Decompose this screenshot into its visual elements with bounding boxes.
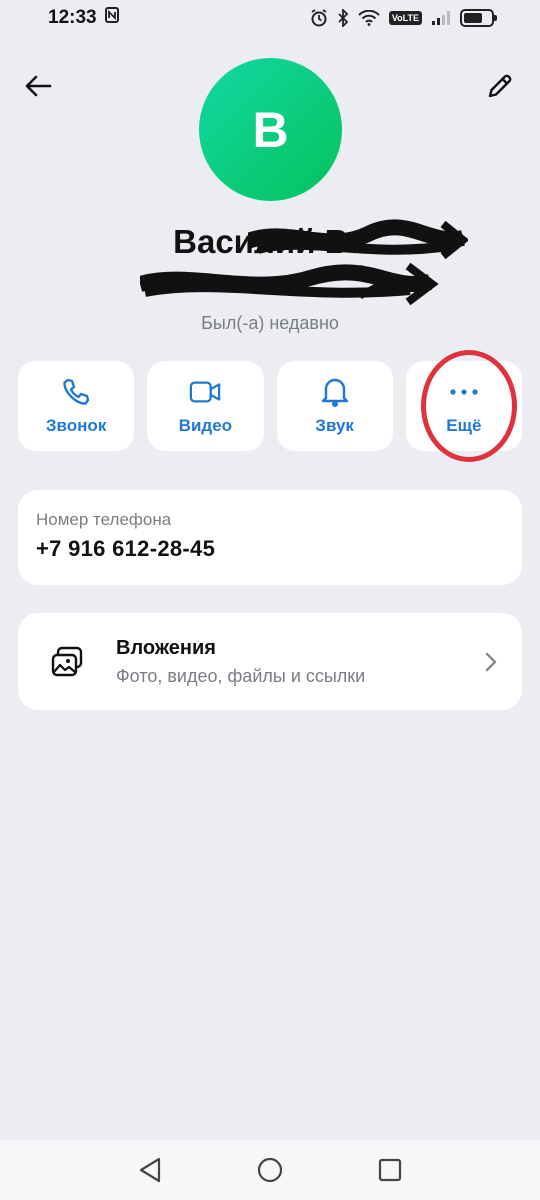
call-label: Звонок (45, 416, 107, 435)
back-button[interactable] (18, 66, 58, 106)
phone-number[interactable]: +7 916 612-28-45 (36, 536, 504, 562)
redaction-scribble-2 (140, 262, 439, 306)
pencil-icon (488, 74, 512, 98)
attachments-card[interactable]: Вложения Фото, видео, файлы и ссылки (18, 613, 522, 710)
avatar[interactable]: В (199, 58, 342, 201)
edit-button[interactable] (480, 66, 520, 106)
call-button[interactable]: Звонок (18, 361, 135, 451)
more-label: Ещё (446, 416, 482, 435)
wifi-icon (358, 10, 380, 26)
bluetooth-icon (337, 9, 349, 27)
more-button[interactable]: Ещё (405, 361, 522, 451)
attachments-subtitle: Фото, видео, файлы и ссылки (116, 665, 366, 686)
arrow-left-icon (25, 75, 52, 97)
sound-button[interactable]: Звук (276, 361, 393, 451)
alarm-icon (310, 9, 328, 27)
phone-icon (60, 376, 92, 408)
video-button[interactable]: Видео (147, 361, 264, 451)
battery-icon (460, 9, 497, 27)
video-icon (189, 376, 221, 408)
video-label: Видео (178, 416, 233, 435)
nav-back-button[interactable] (135, 1155, 165, 1185)
phone-label: Номер телефона (36, 510, 172, 529)
chevron-right-icon (480, 651, 502, 673)
status-time: 12:33 (48, 7, 97, 28)
nfc-icon (104, 7, 119, 29)
action-row: Звонок Видео Звук Ещё (18, 361, 522, 451)
phone-card[interactable]: Номер телефона +7 916 612-28-45 (18, 490, 522, 585)
gallery-icon (50, 645, 84, 679)
circle-home-icon (257, 1157, 283, 1183)
redaction-scribble (248, 219, 468, 260)
bell-icon (319, 376, 351, 408)
triangle-back-icon (139, 1157, 161, 1183)
attachments-title: Вложения (116, 636, 216, 659)
system-nav-bar (0, 1140, 540, 1200)
avatar-letter: В (252, 101, 289, 158)
volte-badge: VoLTE (388, 11, 422, 25)
more-dots-icon (448, 376, 480, 408)
square-recents-icon (378, 1158, 402, 1182)
presence-status: Был(-а) недавно (201, 313, 339, 333)
status-bar: 12:33 VoLTE (0, 0, 540, 36)
nav-home-button[interactable] (255, 1155, 285, 1185)
nav-recents-button[interactable] (375, 1155, 405, 1185)
signal-icon (431, 10, 451, 26)
sound-label: Звук (315, 416, 354, 435)
